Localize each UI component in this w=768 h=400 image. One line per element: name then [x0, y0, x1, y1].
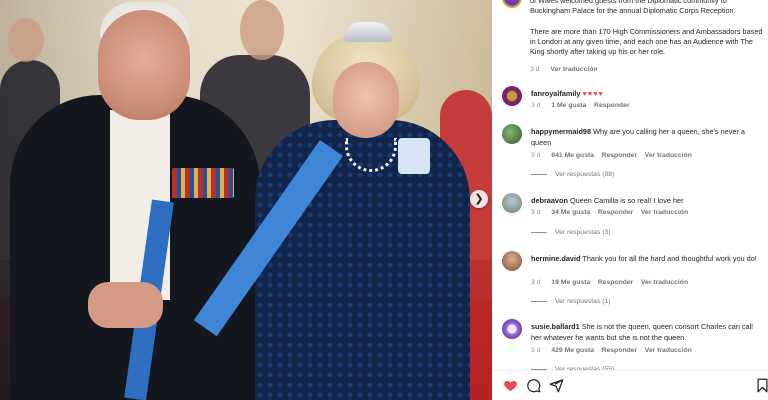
background-guest-head	[240, 0, 284, 60]
comment-text: ♥♥♥♥	[582, 89, 604, 98]
like-count[interactable]: 34 Me gusta	[551, 209, 590, 216]
caption-time: 3 d	[530, 66, 540, 73]
comment-time: 3 d	[531, 152, 541, 159]
reply-button[interactable]: Responder	[594, 102, 630, 109]
view-replies-link[interactable]: Ver respuestas (1)	[531, 298, 611, 305]
tiara	[344, 22, 392, 42]
comment-meta: 3 d 429 Me gusta Responder Ver traducció…	[531, 347, 692, 354]
comment-time: 3 d	[531, 102, 541, 109]
post-caption: of Wales welcomed guests from the Diplom…	[498, 0, 766, 73]
user-avatar[interactable]	[502, 193, 522, 213]
translate-link[interactable]: Ver traducción	[645, 152, 692, 159]
bookmark-icon[interactable]	[754, 377, 768, 393]
caption-meta: 3 d Ver traducción	[530, 66, 598, 73]
translate-link[interactable]: Ver traducción	[550, 66, 597, 73]
translate-link[interactable]: Ver traducción	[641, 209, 688, 216]
translate-link[interactable]: Ver traducción	[641, 279, 688, 286]
translate-link[interactable]: Ver traducción	[645, 347, 692, 354]
comment-text: Queen Camilla is so real! I love her	[569, 196, 684, 205]
user-avatar[interactable]	[502, 124, 522, 144]
comment-meta: 3 d 34 Me gusta Responder Ver traducción	[531, 209, 688, 216]
comment-time: 3 d	[531, 347, 541, 354]
background-guest-head	[8, 18, 44, 62]
post-photo[interactable]: ❯	[0, 0, 492, 400]
royal-crest-avatar[interactable]	[502, 86, 522, 106]
reply-button[interactable]: Responder	[602, 347, 638, 354]
like-count[interactable]: 641 Me gusta	[551, 152, 594, 159]
view-replies-link[interactable]: Ver respuestas (3)	[531, 229, 611, 236]
like-count[interactable]: 429 Me gusta	[551, 347, 594, 354]
reply-button[interactable]: Responder	[598, 279, 634, 286]
caption-text: of Wales welcomed guests from the Diplom…	[530, 0, 736, 15]
medal-ribbons	[172, 168, 234, 198]
author-avatar[interactable]	[502, 0, 522, 8]
view-replies-link[interactable]: Ver respuestas (88)	[531, 171, 614, 178]
comment-meta: 3 d 1 Me gusta Responder	[531, 102, 630, 109]
caption-text: There are more than 170 High Commissione…	[530, 27, 763, 56]
comment-username[interactable]: susie.ballard1	[531, 322, 580, 331]
comment-username[interactable]: hermine.david	[531, 254, 580, 263]
reply-button[interactable]: Responder	[598, 209, 634, 216]
comment-username[interactable]: debraavon	[531, 196, 568, 205]
order-bow	[398, 138, 430, 174]
like-count[interactable]: 19 Me gusta	[551, 279, 590, 286]
king-head	[98, 10, 190, 120]
comment-time: 3 d	[531, 279, 541, 286]
reply-button[interactable]: Responder	[602, 152, 638, 159]
comment-time: 3 d	[531, 209, 541, 216]
king-hands	[88, 282, 163, 328]
user-avatar[interactable]	[502, 319, 522, 339]
comment-meta: 3 d 19 Me gusta Responder Ver traducción	[531, 279, 688, 286]
heart-icon[interactable]	[502, 377, 518, 393]
comment-icon[interactable]	[525, 377, 541, 393]
like-count[interactable]: 1 Me gusta	[551, 102, 586, 109]
comment-text: Thank you for all the hard and thoughtfu…	[582, 254, 757, 263]
chevron-right-icon[interactable]: ❯	[470, 190, 488, 208]
post-action-bar	[492, 371, 768, 400]
share-icon[interactable]	[548, 377, 564, 393]
comment-username[interactable]: fanroyalfamily	[531, 89, 580, 98]
comment-username[interactable]: happymermaid98	[531, 127, 591, 136]
user-avatar[interactable]	[502, 251, 522, 271]
queen-face	[333, 62, 399, 138]
comment-meta: 3 d 641 Me gusta Responder Ver traducció…	[531, 152, 692, 159]
